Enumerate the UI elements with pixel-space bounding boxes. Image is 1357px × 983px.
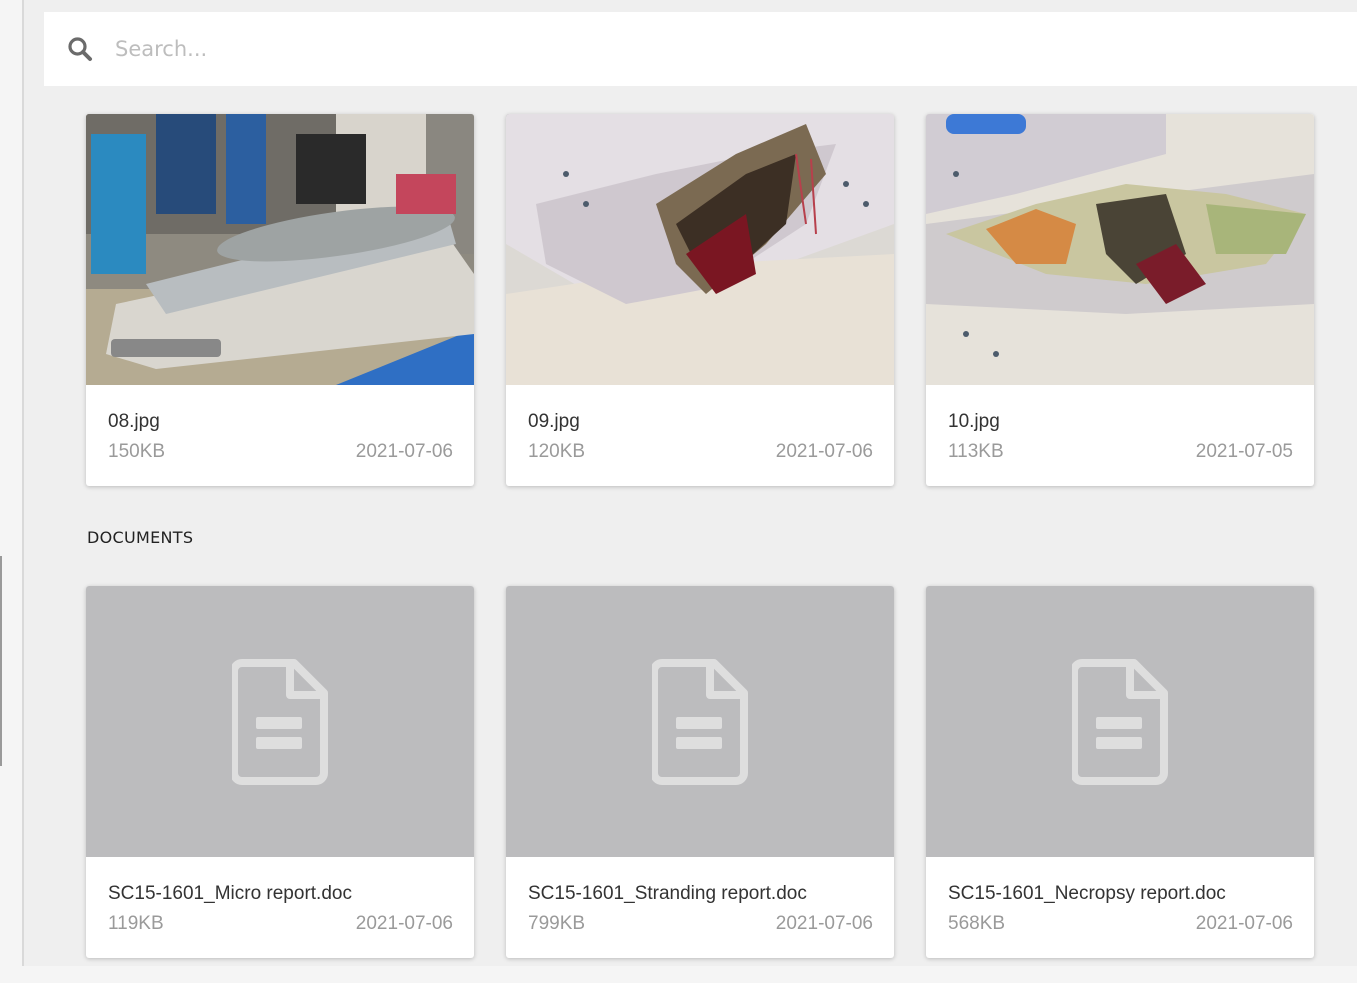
search-bar	[44, 12, 1357, 86]
document-thumbnail[interactable]	[926, 586, 1314, 857]
document-icon	[232, 658, 328, 785]
image-card[interactable]: 09.jpg 120KB 2021-07-06	[506, 114, 894, 486]
file-date: 2021-07-06	[775, 913, 873, 934]
documents-section-title: DOCUMENTS	[87, 528, 194, 547]
document-card[interactable]: SC15-1601_Stranding report.doc 799KB 202…	[506, 586, 894, 958]
image-thumbnail[interactable]	[86, 114, 474, 385]
file-meta: 09.jpg 120KB 2021-07-06	[506, 385, 894, 486]
file-date: 2021-07-06	[355, 913, 453, 934]
document-card[interactable]: SC15-1601_Necropsy report.doc 568KB 2021…	[926, 586, 1314, 958]
document-card[interactable]: SC15-1601_Micro report.doc 119KB 2021-07…	[86, 586, 474, 958]
bottom-edge	[0, 966, 1357, 983]
file-size: 150KB	[108, 441, 166, 462]
sidebar-scroll-indicator[interactable]	[0, 556, 2, 766]
file-meta: SC15-1601_Necropsy report.doc 568KB 2021…	[926, 857, 1314, 958]
file-meta: SC15-1601_Micro report.doc 119KB 2021-07…	[86, 857, 474, 958]
file-name[interactable]: SC15-1601_Necropsy report.doc	[948, 883, 1226, 905]
file-name[interactable]: 09.jpg	[528, 411, 580, 433]
document-thumbnail[interactable]	[506, 586, 894, 857]
file-size: 799KB	[528, 913, 586, 934]
image-thumbnail[interactable]	[926, 114, 1314, 385]
document-icon	[652, 658, 748, 785]
file-name[interactable]: SC15-1601_Stranding report.doc	[528, 883, 807, 905]
image-thumbnail[interactable]	[506, 114, 894, 385]
document-thumbnail[interactable]	[86, 586, 474, 857]
search-input[interactable]	[113, 28, 1217, 70]
file-date: 2021-07-06	[775, 441, 873, 462]
search-icon[interactable]	[67, 36, 93, 62]
file-size: 119KB	[108, 913, 164, 934]
file-name[interactable]: 10.jpg	[948, 411, 1000, 433]
file-date: 2021-07-05	[1195, 441, 1293, 462]
file-size: 568KB	[948, 913, 1006, 934]
image-card[interactable]: 08.jpg 150KB 2021-07-06	[86, 114, 474, 486]
file-meta: 08.jpg 150KB 2021-07-06	[86, 385, 474, 486]
file-date: 2021-07-06	[1195, 913, 1293, 934]
document-icon	[1072, 658, 1168, 785]
file-name[interactable]: SC15-1601_Micro report.doc	[108, 883, 352, 905]
file-size: 120KB	[528, 441, 586, 462]
left-sidebar-edge	[0, 0, 24, 966]
file-meta: 10.jpg 113KB 2021-07-05	[926, 385, 1314, 486]
file-meta: SC15-1601_Stranding report.doc 799KB 202…	[506, 857, 894, 958]
image-card[interactable]: 10.jpg 113KB 2021-07-05	[926, 114, 1314, 486]
file-size: 113KB	[948, 441, 1004, 462]
file-name[interactable]: 08.jpg	[108, 411, 160, 433]
file-date: 2021-07-06	[355, 441, 453, 462]
